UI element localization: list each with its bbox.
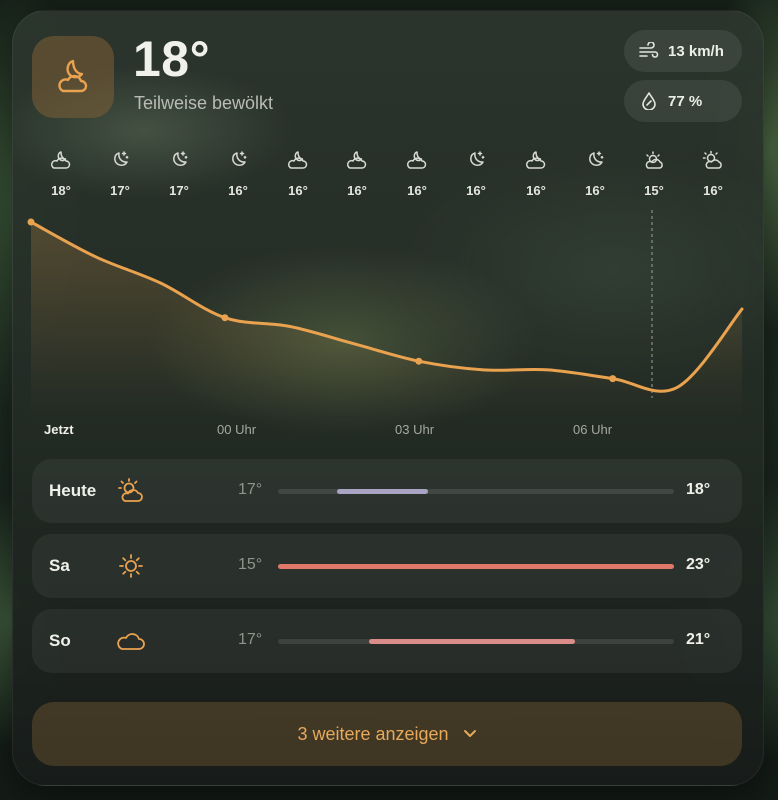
day-name: Sa	[49, 556, 70, 575]
cloud-icon	[116, 626, 146, 656]
sun-cloud-icon	[116, 476, 146, 506]
temperature-point	[221, 314, 229, 322]
temperature-range-bar	[337, 489, 429, 494]
temperature-area	[31, 222, 742, 420]
temperature-point	[609, 375, 617, 383]
time-label-00: 00 Uhr	[217, 422, 257, 437]
day-low: 17°	[238, 631, 263, 648]
chevron-down-icon	[463, 729, 477, 739]
temperature-point	[27, 218, 35, 226]
temperature-range-bar	[278, 564, 674, 569]
daily-row-sa[interactable]: Sa 15° 23°	[32, 534, 742, 598]
daily-row-so[interactable]: So 17° 21°	[32, 609, 742, 673]
temperature-range-bar	[369, 639, 575, 644]
sun-icon	[116, 551, 146, 581]
day-low: 15°	[238, 556, 263, 573]
show-more-label: 3 weitere anzeigen	[297, 723, 449, 744]
day-low: 17°	[238, 481, 263, 498]
day-high: 18°	[686, 481, 711, 498]
temperature-range-track	[278, 639, 674, 644]
day-high: 23°	[686, 556, 711, 573]
day-name: So	[49, 631, 71, 650]
time-label-03: 03 Uhr	[395, 422, 435, 437]
temperature-point	[415, 357, 423, 365]
day-high: 21°	[686, 631, 711, 648]
time-label-06: 06 Uhr	[573, 422, 613, 437]
show-more-button[interactable]: 3 weitere anzeigen	[32, 702, 742, 766]
temperature-range-track	[278, 564, 674, 569]
temperature-range-track	[278, 489, 674, 494]
daily-row-today[interactable]: Heute 17° 18°	[32, 459, 742, 523]
day-name: Heute	[49, 481, 97, 500]
temperature-graph	[27, 210, 744, 420]
time-label-now: Jetzt	[44, 422, 74, 437]
